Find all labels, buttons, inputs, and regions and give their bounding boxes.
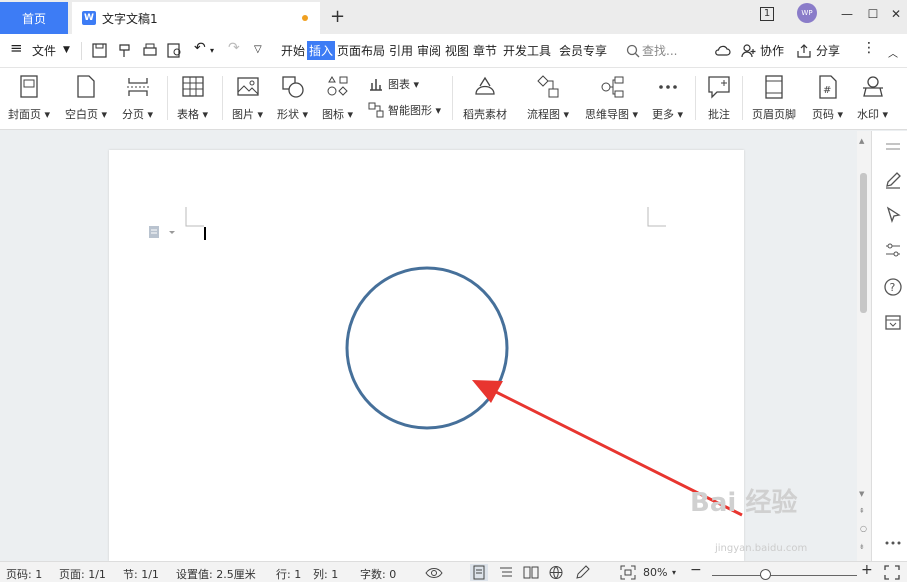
scrollbar-thumb[interactable]	[860, 173, 867, 313]
prev-page-icon[interactable]: ⇞	[859, 507, 865, 515]
status-row[interactable]: 行: 1	[276, 566, 301, 582]
paragraph-tool-icon[interactable]	[149, 226, 175, 238]
status-word-count[interactable]: 字数: 0	[360, 566, 396, 582]
status-bar: 页码: 1 页面: 1/1 节: 1/1 设置值: 2.5厘米 行: 1 列: …	[0, 561, 907, 582]
status-setting[interactable]: 设置值: 2.5厘米	[176, 566, 256, 582]
baidu-watermark: Bai 经验	[690, 488, 798, 518]
select-cursor-icon[interactable]	[883, 205, 903, 225]
circle-shape[interactable]	[345, 266, 509, 430]
svg-text:?: ?	[890, 281, 896, 294]
eye-protection-icon[interactable]	[425, 566, 443, 580]
top-left-margin-mark	[185, 207, 204, 227]
settings-sliders-icon[interactable]	[883, 240, 903, 260]
top-right-margin-mark	[647, 207, 666, 227]
page-view-icon[interactable]	[470, 564, 488, 581]
zoom-slider-handle[interactable]	[760, 569, 771, 580]
scroll-down-icon[interactable]: ▼	[859, 490, 864, 498]
zoom-level[interactable]: 80%	[643, 566, 667, 579]
reading-view-icon[interactable]	[523, 565, 539, 580]
status-col[interactable]: 列: 1	[313, 566, 338, 582]
zoom-slider-track[interactable]	[712, 575, 857, 576]
panel-menu-icon[interactable]	[883, 140, 903, 154]
status-page-no[interactable]: 页码: 1	[6, 566, 42, 582]
status-section[interactable]: 节: 1/1	[123, 566, 159, 582]
next-page-icon[interactable]: ⇟	[859, 543, 865, 551]
status-pages[interactable]: 页面: 1/1	[59, 566, 106, 582]
zoom-out-button[interactable]: −	[690, 562, 702, 578]
web-view-icon[interactable]	[548, 565, 564, 580]
help-icon[interactable]: ?	[883, 277, 903, 297]
select-browse-icon[interactable]: ○	[860, 524, 867, 533]
more-dots-icon[interactable]	[883, 533, 903, 553]
edit-pen-icon[interactable]	[883, 170, 903, 190]
outline-view-icon[interactable]	[498, 565, 514, 580]
write-mode-icon[interactable]	[574, 565, 590, 580]
fullscreen-icon[interactable]	[884, 565, 900, 580]
fit-page-icon[interactable]	[620, 565, 636, 580]
zoom-in-button[interactable]: +	[861, 562, 873, 578]
inbox-icon[interactable]	[883, 312, 903, 332]
right-side-panel	[871, 131, 907, 561]
baidu-url-watermark: jingyan.baidu.com	[715, 543, 808, 554]
scroll-up-icon[interactable]: ▲	[859, 137, 864, 145]
zoom-dropdown-icon[interactable]: ▾	[672, 568, 676, 577]
